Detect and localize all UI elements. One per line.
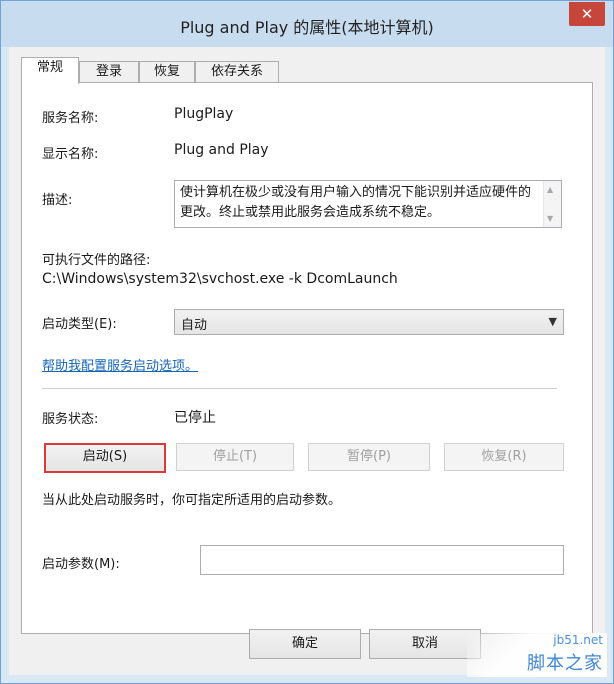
chevron-down-icon: ▼ (548, 315, 557, 328)
params-hint: 当从此处启动服务时，你可指定所适用的启动参数。 (42, 493, 342, 508)
pause-button[interactable]: 暂停(P) (308, 443, 430, 471)
general-panel: 服务名称: PlugPlay 显示名称: Plug and Play 描述: 使… (21, 82, 593, 634)
tab-dependencies[interactable]: 依存关系 (195, 61, 279, 83)
params-label: 启动参数(M): (42, 557, 120, 572)
start-button[interactable]: 启动(S) (44, 443, 166, 473)
scroll-down-icon[interactable]: ▼ (547, 214, 553, 223)
description-scrollbar[interactable]: ▲ ▼ (543, 181, 561, 227)
dialog-client: 常规 登录 恢复 依存关系 服务名称: PlugPlay 显示名称: Plug … (9, 47, 605, 675)
watermark-name: 脚本之家 (527, 653, 603, 674)
startup-type-label: 启动类型(E): (42, 317, 117, 332)
params-input[interactable] (200, 545, 564, 575)
service-name-value: PlugPlay (174, 106, 234, 122)
description-text: 使计算机在极少或没有用户输入的情况下能识别并适应硬件的更改。终止或禁用此服务会造… (180, 185, 532, 220)
resume-button[interactable]: 恢复(R) (444, 443, 564, 471)
display-name-label: 显示名称: (42, 147, 99, 162)
ok-button[interactable]: 确定 (249, 629, 361, 659)
stop-button[interactable]: 停止(T) (176, 443, 294, 471)
startup-type-select[interactable]: 自动 ▼ (174, 309, 564, 335)
scroll-up-icon[interactable]: ▲ (547, 185, 553, 194)
title-bar[interactable]: Plug and Play 的属性(本地计算机) ✕ (1, 1, 613, 47)
service-status-value: 已停止 (174, 410, 216, 426)
service-name-label: 服务名称: (42, 111, 99, 126)
watermark: jb51.net 脚本之家 (467, 633, 607, 677)
description-box[interactable]: 使计算机在极少或没有用户输入的情况下能识别并适应硬件的更改。终止或禁用此服务会造… (174, 180, 562, 228)
startup-type-value: 自动 (181, 318, 208, 333)
cancel-button[interactable]: 取消 (369, 629, 481, 659)
path-value: C:\Windows\system32\svchost.exe -k DcomL… (42, 271, 398, 287)
tab-general[interactable]: 常规 (21, 57, 79, 84)
description-label: 描述: (42, 193, 73, 208)
tab-logon[interactable]: 登录 (79, 61, 139, 83)
divider (42, 388, 557, 389)
window-title: Plug and Play 的属性(本地计算机) (180, 18, 434, 37)
help-config-link[interactable]: 帮助我配置服务启动选项。 (42, 355, 198, 374)
service-status-label: 服务状态: (42, 412, 99, 427)
close-button[interactable]: ✕ (569, 2, 605, 26)
properties-window: Plug and Play 的属性(本地计算机) ✕ 常规 登录 恢复 依存关系… (0, 0, 614, 684)
tab-recovery[interactable]: 恢复 (139, 61, 195, 83)
watermark-site: jb51.net (553, 633, 603, 647)
path-label: 可执行文件的路径: (42, 253, 151, 268)
display-name-value: Plug and Play (174, 142, 269, 158)
